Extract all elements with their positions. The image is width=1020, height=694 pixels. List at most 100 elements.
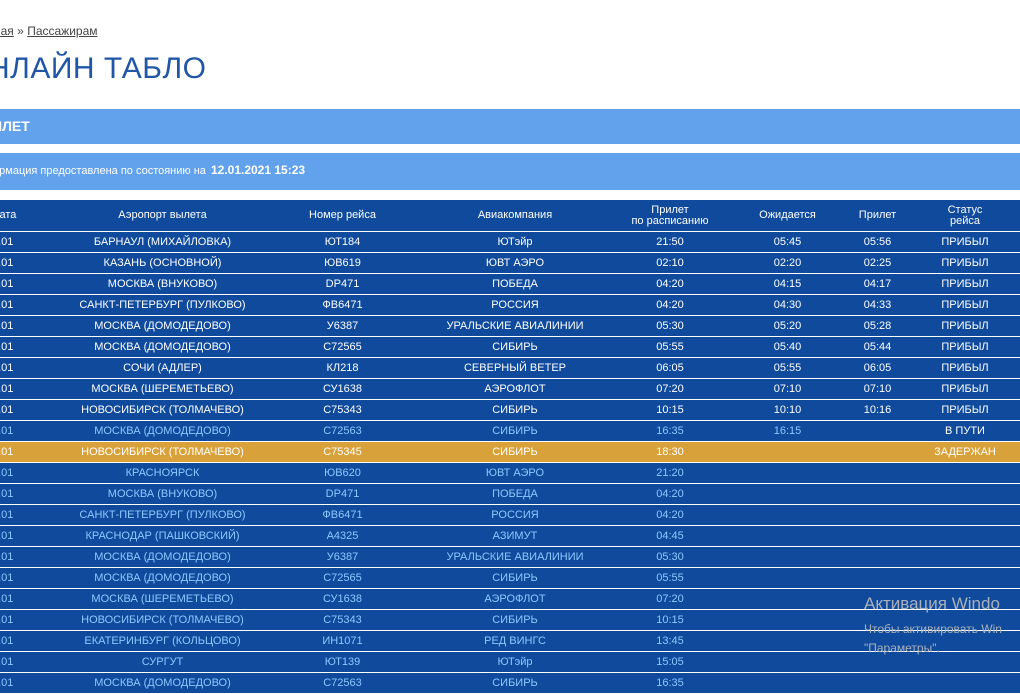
cell-arrived: 07:10 [845, 378, 910, 400]
cell-expected [730, 504, 845, 526]
cell-airport: МОСКВА (ШЕРЕМЕТЬЕВО) [60, 588, 265, 610]
cell-date: 3.01 [0, 672, 60, 694]
column-header-arrived[interactable]: Прилет [845, 200, 910, 232]
cell-date: 3.01 [0, 609, 60, 631]
column-header-status[interactable]: Статус рейса [910, 200, 1020, 232]
cell-expected [730, 483, 845, 505]
cell-date: 2.01 [0, 441, 60, 463]
cell-date: 3.01 [0, 525, 60, 547]
breadcrumb-home-link[interactable]: ная [0, 24, 14, 38]
cell-airport: САНКТ-ПЕТЕРБУРГ (ПУЛКОВО) [60, 294, 265, 316]
cell-arrived: 10:16 [845, 399, 910, 421]
cell-status [910, 525, 1020, 547]
cell-scheduled: 15:05 [610, 651, 730, 673]
cell-date: 2.01 [0, 378, 60, 400]
cell-arrived: 02:25 [845, 252, 910, 274]
cell-arrived: 04:33 [845, 294, 910, 316]
cell-status: В ПУТИ [910, 420, 1020, 442]
table-row[interactable]: 3.01СУРГУТЮТ139ЮТэйр15:05 [0, 651, 1020, 673]
column-header-flight[interactable]: Номер рейса [265, 200, 420, 232]
cell-status [910, 609, 1020, 631]
table-row[interactable]: 3.01КРАСНОЯРСКЮВ620ЮВТ АЭРО21:20 [0, 462, 1020, 484]
cell-date: 3.01 [0, 462, 60, 484]
table-row[interactable]: 2.01МОСКВА (ДОМОДЕДОВО)С72563СИБИРЬ16:35… [0, 420, 1020, 442]
cell-expected: 04:30 [730, 294, 845, 316]
cell-date: 3.01 [0, 567, 60, 589]
table-row[interactable]: 2.01СОЧИ (АДЛЕР)КЛ218СЕВЕРНЫЙ ВЕТЕР06:05… [0, 357, 1020, 379]
cell-flight: ФВ6471 [265, 504, 420, 526]
cell-scheduled: 04:20 [610, 504, 730, 526]
cell-flight: С75343 [265, 399, 420, 421]
table-row[interactable]: 3.01САНКТ-ПЕТЕРБУРГ (ПУЛКОВО)ФВ6471РОССИ… [0, 504, 1020, 526]
cell-date: 3.01 [0, 630, 60, 652]
breadcrumb: ная » Пассажирам [0, 24, 98, 38]
cell-scheduled: 16:35 [610, 420, 730, 442]
table-row[interactable]: 2.01НОВОСИБИРСК (ТОЛМАЧЕВО)С75345СИБИРЬ1… [0, 441, 1020, 463]
cell-date: 3.01 [0, 483, 60, 505]
cell-status [910, 546, 1020, 568]
breadcrumb-current-link[interactable]: Пассажирам [27, 24, 97, 38]
table-row[interactable]: 3.01МОСКВА (ДОМОДЕДОВО)С72565СИБИРЬ05:55 [0, 567, 1020, 589]
table-row[interactable]: 3.01МОСКВА (ДОМОДЕДОВО)У6387УРАЛЬСКИЕ АВ… [0, 546, 1020, 568]
table-row[interactable]: 3.01МОСКВА (ДОМОДЕДОВО)С72563СИБИРЬ16:35 [0, 672, 1020, 694]
arrival-section-header[interactable]: ИЛЕТ [0, 109, 1020, 144]
table-row[interactable]: 3.01КРАСНОДАР (ПАШКОВСКИЙ)А4325АЗИМУТ04:… [0, 525, 1020, 547]
cell-airline: АЭРОФЛОТ [420, 378, 610, 400]
cell-scheduled: 10:15 [610, 609, 730, 631]
column-header-scheduled[interactable]: Прилет по расписанию [610, 200, 730, 232]
table-row[interactable]: 2.01КАЗАНЬ (ОСНОВНОЙ)ЮВ619ЮВТ АЭРО02:100… [0, 252, 1020, 274]
page-title: НЛАЙН ТАБЛО [0, 52, 207, 85]
cell-expected [730, 609, 845, 631]
cell-airline: СИБИРЬ [420, 441, 610, 463]
cell-status [910, 504, 1020, 526]
cell-flight: СУ1638 [265, 378, 420, 400]
cell-airport: КРАСНОДАР (ПАШКОВСКИЙ) [60, 525, 265, 547]
cell-date: 1.01 [0, 231, 60, 253]
cell-expected: 05:55 [730, 357, 845, 379]
table-row[interactable]: 2.01МОСКВА (ДОМОДЕДОВО)С72565СИБИРЬ05:55… [0, 336, 1020, 358]
cell-expected [730, 525, 845, 547]
cell-date: 3.01 [0, 588, 60, 610]
cell-scheduled: 21:50 [610, 231, 730, 253]
column-header-airline[interactable]: Авиакомпания [420, 200, 610, 232]
cell-arrived: 04:17 [845, 273, 910, 295]
cell-arrived [845, 651, 910, 673]
table-row[interactable]: 3.01ЕКАТЕРИНБУРГ (КОЛЬЦОВО)ИН1071РЕД ВИН… [0, 630, 1020, 652]
cell-scheduled: 06:05 [610, 357, 730, 379]
cell-flight: ЮВ620 [265, 462, 420, 484]
table-row[interactable]: 2.01МОСКВА (ШЕРЕМЕТЬЕВО)СУ1638АЭРОФЛОТ07… [0, 378, 1020, 400]
table-row[interactable]: 2.01МОСКВА (ДОМОДЕДОВО)У6387УРАЛЬСКИЕ АВ… [0, 315, 1020, 337]
cell-arrived [845, 630, 910, 652]
cell-scheduled: 04:45 [610, 525, 730, 547]
cell-scheduled: 04:20 [610, 294, 730, 316]
cell-arrived [845, 672, 910, 694]
table-row[interactable]: 3.01МОСКВА (ШЕРЕМЕТЬЕВО)СУ1638АЭРОФЛОТ07… [0, 588, 1020, 610]
column-header-scheduled-line2: по расписанию [631, 214, 709, 227]
column-header-status-line2: рейса [950, 214, 980, 227]
table-row[interactable]: 2.01САНКТ-ПЕТЕРБУРГ (ПУЛКОВО)ФВ6471РОССИ… [0, 294, 1020, 316]
table-row[interactable]: 3.01МОСКВА (ВНУКОВО)DP471ПОБЕДА04:20 [0, 483, 1020, 505]
cell-arrived [845, 420, 910, 442]
table-row[interactable]: 1.01БАРНАУЛ (МИХАЙЛОВКА)ЮТ184ЮТэйр21:500… [0, 231, 1020, 253]
cell-scheduled: 05:30 [610, 546, 730, 568]
column-header-expected[interactable]: Ожидается [730, 200, 845, 232]
table-row[interactable]: 2.01МОСКВА (ВНУКОВО)DP471ПОБЕДА04:2004:1… [0, 273, 1020, 295]
info-bar: формация предоставлена по состоянию на 1… [0, 153, 1020, 190]
cell-arrived [845, 441, 910, 463]
column-header-airport[interactable]: Аэропорт вылета [60, 200, 265, 232]
cell-expected: 10:10 [730, 399, 845, 421]
cell-flight: У6387 [265, 315, 420, 337]
cell-expected [730, 546, 845, 568]
cell-arrived [845, 483, 910, 505]
table-row[interactable]: 2.01НОВОСИБИРСК (ТОЛМАЧЕВО)С75343СИБИРЬ1… [0, 399, 1020, 421]
cell-scheduled: 05:55 [610, 567, 730, 589]
cell-flight: ФВ6471 [265, 294, 420, 316]
column-header-date[interactable]: Дата [0, 200, 60, 232]
cell-airline: АЭРОФЛОТ [420, 588, 610, 610]
cell-date: 2.01 [0, 273, 60, 295]
cell-airport: СУРГУТ [60, 651, 265, 673]
table-row[interactable]: 3.01НОВОСИБИРСК (ТОЛМАЧЕВО)С75343СИБИРЬ1… [0, 609, 1020, 631]
cell-airport: МОСКВА (ВНУКОВО) [60, 273, 265, 295]
cell-arrived: 05:56 [845, 231, 910, 253]
cell-arrived [845, 462, 910, 484]
